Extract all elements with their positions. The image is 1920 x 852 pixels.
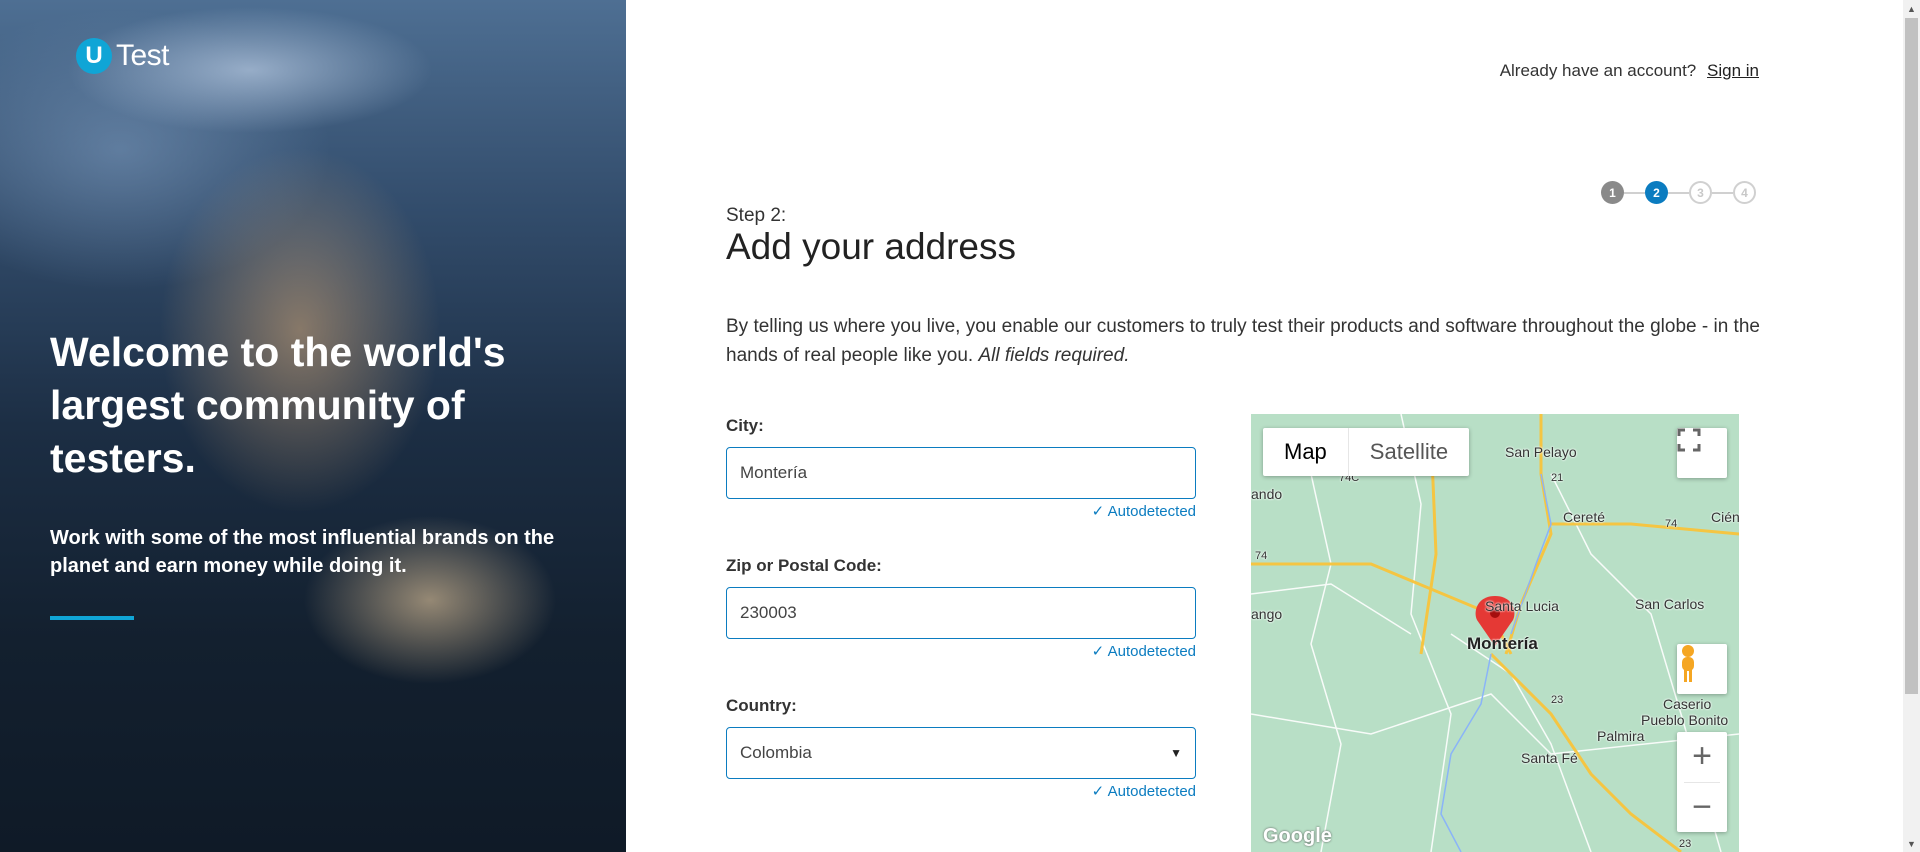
pegman-icon — [1682, 645, 1694, 682]
map-label: Ciénaga de Oro — [1711, 509, 1739, 525]
map-label: Palmira — [1597, 728, 1645, 744]
map-label: San Carlos — [1635, 596, 1705, 612]
map-roads — [1251, 414, 1739, 852]
zip-autodetected-text: Autodetected — [1107, 643, 1196, 660]
map-label: Santa Fé — [1521, 750, 1578, 766]
route-shield: 23 — [1679, 838, 1692, 850]
zoom-out-button[interactable]: − — [1677, 782, 1727, 832]
map-label: ando — [1251, 486, 1283, 502]
step-1: 1 — [1601, 181, 1624, 204]
map-label: Cereté — [1563, 509, 1606, 525]
route-shield: 21 — [1551, 472, 1564, 484]
account-prompt-text: Already have an account? — [1499, 61, 1697, 80]
country-autodetected: ✓ Autodetected — [1091, 783, 1196, 800]
route-shield: 74 — [1255, 550, 1268, 562]
intro-text: By telling us where you live, you enable… — [726, 312, 1766, 370]
utest-logo[interactable]: U Test — [76, 38, 170, 74]
map-type-control: Map Satellite — [1263, 428, 1470, 476]
map-label: Santa Lucia — [1485, 598, 1559, 614]
logo-mark: U — [76, 38, 112, 74]
location-map[interactable]: San Pelayo Cereté Ciénaga de Oro Santa L… — [1251, 414, 1739, 852]
step-3: 3 — [1689, 181, 1712, 204]
page-title: Add your address — [726, 226, 1017, 267]
map-label: ango — [1251, 606, 1283, 622]
street-view-button[interactable] — [1677, 644, 1727, 694]
scrollbar-thumb[interactable] — [1905, 18, 1918, 694]
map-type-map-button[interactable]: Map — [1263, 428, 1349, 476]
map-label: Pueblo Bonito — [1641, 712, 1729, 728]
fullscreen-icon — [1677, 428, 1701, 452]
city-autodetected-text: Autodetected — [1107, 503, 1196, 520]
sign-in-link[interactable]: Sign in — [1707, 61, 1759, 80]
step-connector — [1712, 191, 1733, 194]
country-select[interactable]: Colombia ▼ — [726, 727, 1196, 779]
sign-in-prompt: Already have an account? Sign in — [1500, 61, 1759, 81]
step-indicator: 1 2 3 4 — [1601, 181, 1756, 204]
step-connector — [1624, 191, 1645, 194]
hero-headline: Welcome to the world's largest community… — [50, 329, 506, 481]
map-type-satellite-button[interactable]: Satellite — [1349, 428, 1469, 476]
scroll-up-icon[interactable]: ▲ — [1903, 0, 1920, 17]
step-2: 2 — [1645, 181, 1668, 204]
zoom-control: + − — [1677, 732, 1727, 832]
step-4: 4 — [1733, 181, 1756, 204]
hero-panel: U Test Welcome to the world's largest co… — [0, 0, 626, 852]
route-shield: 74 — [1665, 518, 1678, 530]
zip-label: Zip or Postal Code: — [726, 556, 882, 575]
scroll-down-icon[interactable]: ▼ — [1903, 835, 1920, 852]
zip-input[interactable] — [726, 587, 1196, 639]
step-label: Step 2: — [726, 205, 787, 226]
map-label: San Pelayo — [1505, 444, 1577, 460]
fullscreen-button[interactable] — [1677, 428, 1727, 478]
route-shield: 23 — [1551, 694, 1564, 706]
city-autodetected: ✓ Autodetected — [1091, 503, 1196, 520]
city-label: City: — [726, 416, 764, 435]
map-label: Caserio — [1663, 696, 1712, 712]
logo-text: Test — [116, 39, 170, 72]
country-select-value: Colombia — [740, 743, 812, 762]
google-logo: Google — [1263, 825, 1332, 847]
zoom-in-button[interactable]: + — [1677, 732, 1727, 782]
hero-subtext: Work with some of the most influential b… — [50, 527, 555, 577]
step-connector — [1668, 191, 1689, 194]
page-scrollbar[interactable]: ▲ ▼ — [1903, 0, 1920, 852]
map-label-city: Montería — [1467, 634, 1538, 653]
country-label: Country: — [726, 696, 797, 715]
zip-autodetected: ✓ Autodetected — [1091, 643, 1196, 660]
country-autodetected-text: Autodetected — [1107, 783, 1196, 800]
city-input[interactable] — [726, 447, 1196, 499]
intro-body: By telling us where you live, you enable… — [726, 316, 1760, 366]
intro-note: All fields required. — [978, 345, 1130, 366]
chevron-down-icon: ▼ — [1170, 746, 1182, 760]
hero-accent-line — [50, 616, 134, 620]
